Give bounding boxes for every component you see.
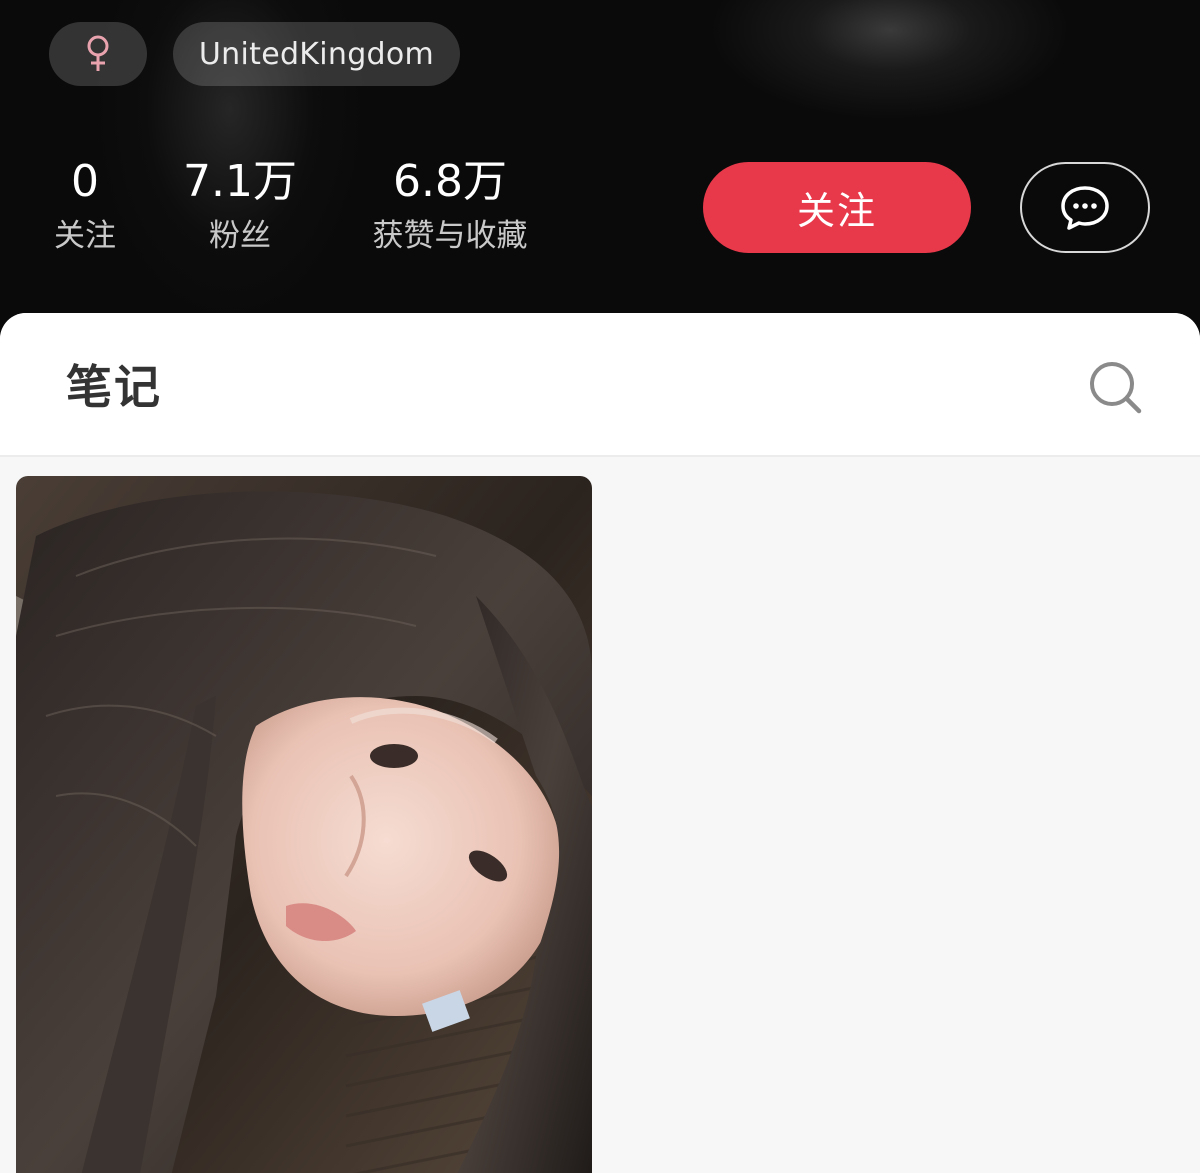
region-label: UnitedKingdom xyxy=(198,36,435,72)
tab-notes[interactable]: 笔记 xyxy=(66,351,162,417)
follow-button[interactable]: 关注 xyxy=(703,162,971,253)
region-tag: UnitedKingdom xyxy=(173,22,460,86)
message-button[interactable] xyxy=(1020,162,1150,253)
follow-button-label: 关注 xyxy=(796,189,877,233)
notes-panel: 笔记 xyxy=(0,313,1200,1173)
search-button[interactable] xyxy=(1086,358,1146,418)
fans-label: 粉丝 xyxy=(209,218,271,254)
stat-likes-collects[interactable]: 6.8万 获赞与收藏 xyxy=(350,152,550,256)
chat-bubble-icon xyxy=(1061,185,1109,230)
profile-header: UnitedKingdom 0 关注 7.1万 粉丝 6.8万 获赞与收藏 关注 xyxy=(0,0,1200,330)
gender-tag xyxy=(49,22,147,86)
following-label: 关注 xyxy=(54,218,116,254)
note-cover-image xyxy=(16,476,592,1173)
stat-following[interactable]: 0 关注 xyxy=(40,152,130,256)
following-count: 0 xyxy=(71,156,99,207)
stat-fans[interactable]: 7.1万 粉丝 xyxy=(170,152,310,256)
note-card[interactable] xyxy=(16,476,592,1173)
likes-label: 获赞与收藏 xyxy=(372,218,528,254)
search-icon xyxy=(1090,362,1142,414)
female-icon xyxy=(87,35,109,71)
likes-count: 6.8万 xyxy=(393,156,507,207)
tab-bar: 笔记 xyxy=(0,313,1200,457)
fans-count: 7.1万 xyxy=(183,156,297,207)
